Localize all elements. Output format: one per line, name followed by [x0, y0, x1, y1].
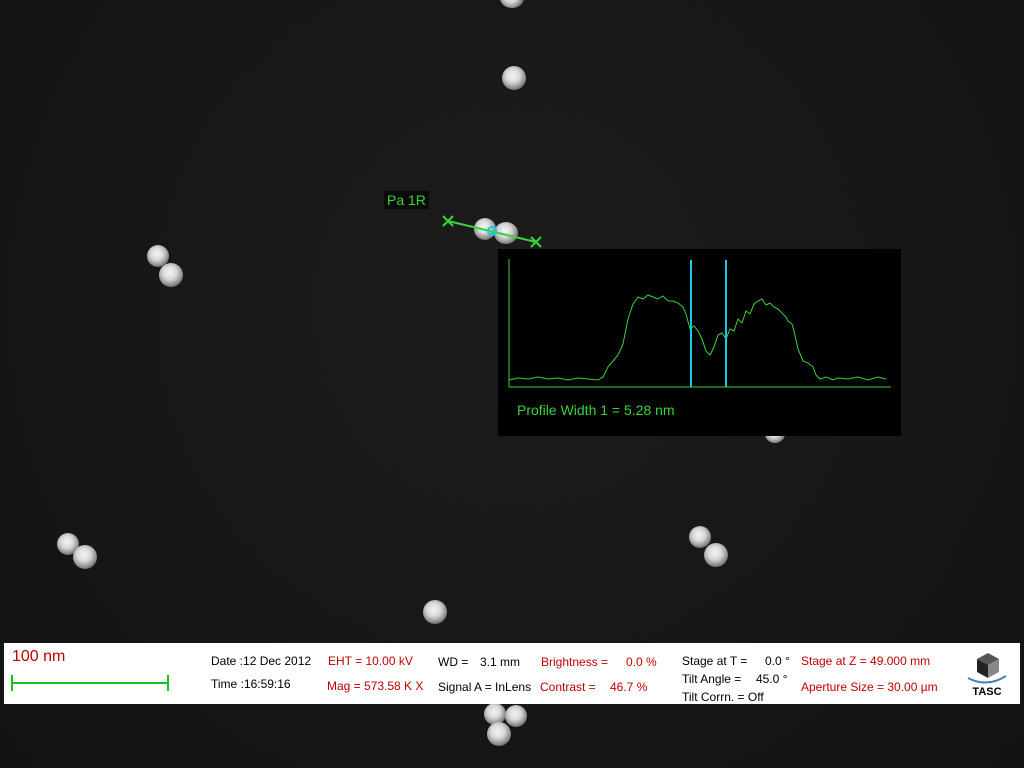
contrast-label: Contrast =: [540, 680, 596, 694]
time-readout: Time :16:59:16: [211, 677, 291, 691]
eht-readout: EHT = 10.00 kV: [328, 654, 413, 668]
intensity-profile-curve: [508, 294, 887, 381]
tilt-corrn-readout: Tilt Corrn. = Off: [682, 690, 764, 704]
tilt-angle-value: 45.0 °: [756, 672, 788, 686]
aperture-readout: Aperture Size = 30.00 µm: [801, 680, 938, 694]
profile-width-readout: Profile Width 1 = 5.28 nm: [517, 402, 675, 418]
stage-t-value: 0.0 °: [765, 654, 790, 668]
tasc-logo: TASC: [962, 650, 1012, 702]
stage-t-label: Stage at T =: [682, 654, 748, 668]
wd-value: 3.1 mm: [480, 655, 521, 669]
tilt-angle-label: Tilt Angle =: [682, 672, 742, 686]
mag-readout: Mag = 573.58 K X: [327, 679, 424, 693]
contrast-value: 46.7 %: [610, 680, 648, 694]
tasc-cube-logo-icon: [967, 653, 1007, 684]
profile-panel: Profile Width 1 = 5.28 nm: [498, 249, 901, 436]
sem-image: Pa 1R Profile Width 1 = 5.28 nm 100 nm D: [0, 0, 1024, 768]
stage-z-readout: Stage at Z = 49.000 mm: [801, 654, 931, 668]
signal-readout: Signal A = InLens: [438, 680, 532, 694]
logo-text: TASC: [972, 686, 1002, 698]
brightness-label: Brightness =: [541, 655, 609, 669]
brightness-value: 0.0 %: [626, 655, 657, 669]
scale-bar-label: 100 nm: [12, 648, 66, 665]
scale-bar: [11, 675, 169, 691]
info-databar: 100 nm Date :12 Dec 2012 Time :16:59:16 …: [4, 643, 1020, 704]
wd-label: WD =: [438, 655, 469, 669]
date-readout: Date :12 Dec 2012: [211, 654, 312, 668]
